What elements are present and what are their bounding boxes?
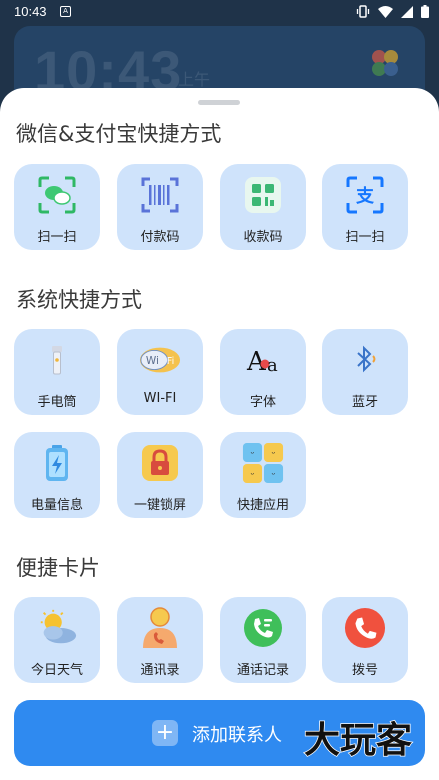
- wechat-scan-icon: [36, 174, 78, 216]
- svg-text:ᵕ: ᵕ: [272, 448, 276, 459]
- svg-text:ᵕ: ᵕ: [251, 469, 255, 480]
- tile-font[interactable]: A a 字体: [220, 329, 306, 415]
- dialer-icon: [344, 607, 386, 649]
- svg-text:Wi: Wi: [146, 355, 159, 367]
- watermark-logo: 大玩客: [303, 719, 413, 762]
- watermark-text: 大玩客: [304, 720, 412, 761]
- battery-status-icon: [421, 5, 429, 18]
- notification-a-icon: A: [60, 6, 71, 17]
- tile-label: 今日天气: [30, 663, 83, 678]
- tile-alipay-scan[interactable]: 支 扫一扫: [322, 164, 408, 250]
- svg-text:ᵕ: ᵕ: [272, 469, 276, 480]
- tile-label: 电量信息: [30, 498, 83, 513]
- bluetooth-icon: [344, 339, 386, 381]
- tile-label: 收款码: [243, 230, 283, 245]
- tile-receive-code[interactable]: 收款码: [220, 164, 306, 250]
- tile-label: 扫一扫: [37, 230, 77, 245]
- tile-label: 通讯录: [140, 663, 180, 678]
- section-title-system: 系统快捷方式: [16, 288, 142, 312]
- lock-icon: [139, 442, 181, 484]
- tile-wechat-scan[interactable]: 扫一扫: [14, 164, 100, 250]
- tile-lock-screen[interactable]: 一键锁屏: [117, 432, 203, 518]
- sheet-drag-handle[interactable]: [198, 100, 240, 105]
- plus-icon: +: [152, 720, 178, 746]
- wifi-icon: Wi Fi: [139, 339, 181, 381]
- tile-label: 一键锁屏: [133, 498, 186, 513]
- apps-icon: ᵕ ᵕ ᵕ ᵕ: [242, 442, 284, 484]
- svg-text:Fi: Fi: [167, 356, 174, 367]
- tile-call-log[interactable]: 通话记录: [220, 597, 306, 683]
- tile-label: 扫一扫: [345, 230, 385, 245]
- background-clock-ampm: 上午: [178, 70, 211, 89]
- tile-label: 字体: [249, 395, 276, 410]
- shortcuts-sheet: 微信&支付宝快捷方式 扫一扫 付款码 收款码 支 扫一扫 系统快捷方式 手电筒 …: [0, 88, 439, 780]
- flashlight-icon: [36, 339, 78, 381]
- weather-icon: [36, 607, 78, 649]
- tile-label: 快捷应用: [236, 498, 289, 513]
- tile-label: 蓝牙: [351, 395, 378, 410]
- cell-signal-icon: [401, 5, 413, 18]
- tile-contacts[interactable]: 通讯录: [117, 597, 203, 683]
- section-title-wechat-alipay: 微信&支付宝快捷方式: [16, 122, 222, 146]
- tile-dialer[interactable]: 拨号: [322, 597, 408, 683]
- add-contact-label: 添加联系人: [192, 725, 282, 746]
- tile-flashlight[interactable]: 手电筒: [14, 329, 100, 415]
- section-title-cards: 便捷卡片: [16, 556, 100, 580]
- qrcode-icon: [242, 174, 284, 216]
- svg-text:a: a: [267, 355, 278, 376]
- tile-wifi[interactable]: Wi Fi WI-FI: [117, 329, 203, 415]
- barcode-icon: [139, 174, 181, 216]
- status-bar: 10:43 A: [0, 0, 439, 24]
- alipay-scan-icon: 支: [344, 174, 386, 216]
- wifi-signal-icon: [378, 5, 393, 18]
- call-log-icon: [242, 607, 284, 649]
- tile-battery-info[interactable]: 电量信息: [14, 432, 100, 518]
- tile-weather[interactable]: 今日天气: [14, 597, 100, 683]
- svg-text:支: 支: [355, 185, 375, 207]
- tile-label: 手电筒: [37, 395, 77, 410]
- contacts-icon: [139, 607, 181, 649]
- status-time: 10:43: [14, 4, 47, 19]
- tile-label: 付款码: [140, 230, 180, 245]
- tile-label: 拨号: [351, 663, 378, 678]
- svg-text:ᵕ: ᵕ: [251, 448, 255, 459]
- tile-label: 通话记录: [236, 663, 289, 678]
- tile-label: WI-FI: [143, 391, 177, 406]
- tile-quick-apps[interactable]: ᵕ ᵕ ᵕ ᵕ 快捷应用: [220, 432, 306, 518]
- tile-bluetooth[interactable]: 蓝牙: [322, 329, 408, 415]
- tile-payment-code[interactable]: 付款码: [117, 164, 203, 250]
- background-app-logo-icon: [372, 50, 398, 76]
- vibrate-icon: [356, 5, 370, 18]
- status-icons: [356, 5, 429, 18]
- battery-icon: [36, 442, 78, 484]
- font-icon: A a: [242, 339, 284, 381]
